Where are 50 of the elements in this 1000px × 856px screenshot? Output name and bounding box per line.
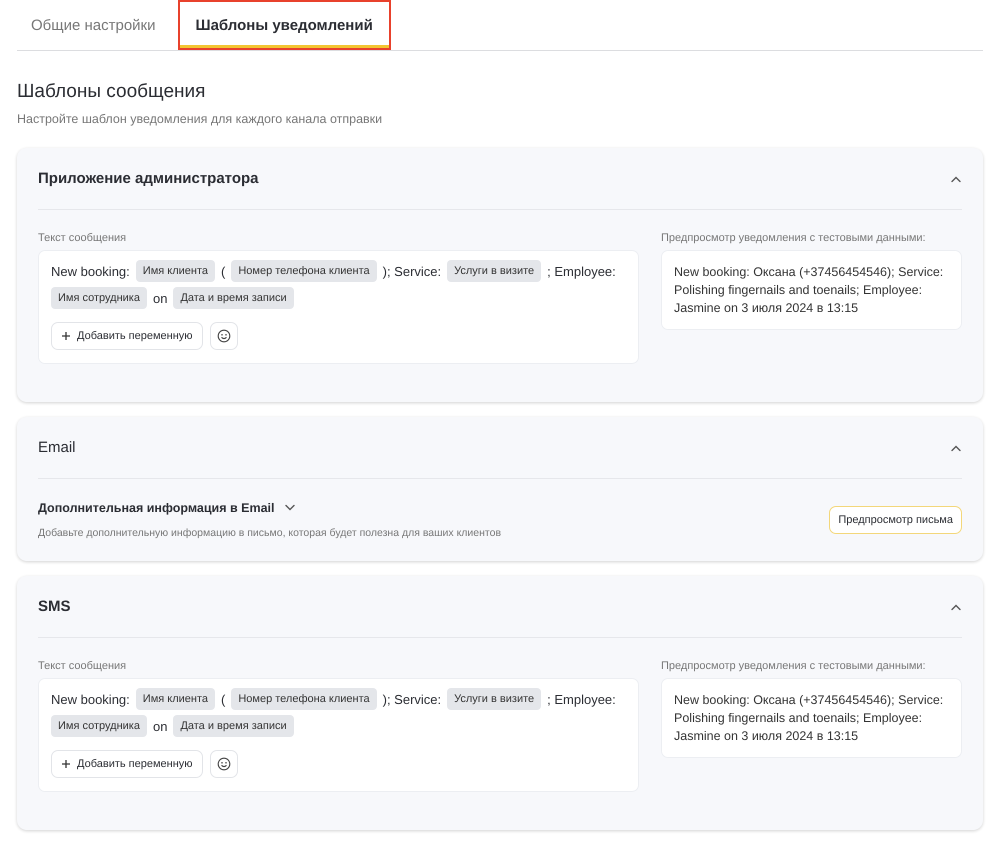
variable-chip[interactable]: Номер телефона клиента bbox=[231, 260, 377, 282]
add-variable-button[interactable]: Добавить переменную bbox=[51, 750, 203, 778]
info-description: Добавьте дополнительную информацию в письмо, которая будет полезна для ваших клиентов bbox=[38, 527, 502, 539]
field-label: Текст сообщения bbox=[38, 232, 128, 244]
template-text: New booking: bbox=[51, 692, 130, 706]
smiley-icon bbox=[216, 757, 231, 771]
section-title: Email bbox=[38, 439, 76, 456]
message-editor[interactable]: New booking: Имя клиента ( Номер телефона клиента ); Service: Услуги в визите ; Employee: Имя сотрудника on Дата и время записи Добавить переменную bbox=[38, 250, 639, 364]
template-text: ); Service: bbox=[382, 264, 442, 278]
section-title: SMS bbox=[38, 598, 71, 615]
info-title: Дополнительная информация в Email bbox=[38, 501, 274, 515]
plus-icon bbox=[61, 331, 71, 341]
template-text: ; Employee: bbox=[547, 264, 616, 278]
template-text: New booking: bbox=[51, 264, 130, 278]
plus-icon bbox=[61, 759, 71, 769]
variable-chip[interactable]: Дата и время записи bbox=[173, 287, 294, 309]
emoji-button[interactable] bbox=[210, 750, 238, 778]
variable-chip[interactable]: Услуги в визите bbox=[447, 688, 542, 710]
preview-text: New booking: Оксана (+37456454546); Service: Polishing fingernails and toenails; Employee: Jasmine on 3 июля 2024 в 13:15 bbox=[661, 250, 962, 330]
email-preview-button[interactable]: Предпросмотр письма bbox=[829, 506, 962, 534]
template-text: ); Service: bbox=[382, 692, 442, 706]
chevron-up-icon[interactable] bbox=[950, 174, 962, 182]
variable-chip[interactable]: Имя сотрудника bbox=[51, 287, 147, 309]
page-heading: Шаблоны сообщения bbox=[17, 81, 206, 103]
template-text: on bbox=[152, 290, 168, 306]
settings-tab[interactable]: Шаблоны уведомлений bbox=[178, 0, 391, 50]
page-subtitle: Настройте шаблон уведомления для каждого канала отправки bbox=[17, 112, 384, 126]
template-text: ( bbox=[221, 692, 226, 706]
preview-label: Предпросмотр уведомления с тестовыми данными: bbox=[661, 232, 927, 244]
variable-chip[interactable]: Дата и время записи bbox=[173, 715, 294, 737]
variable-chip[interactable]: Номер телефона клиента bbox=[231, 688, 377, 710]
section-title: Приложение администратора bbox=[38, 170, 259, 187]
emoji-button[interactable] bbox=[210, 322, 238, 350]
preview-text: New booking: Оксана (+37456454546); Service: Polishing fingernails and toenails; Employee: Jasmine on 3 июля 2024 в 13:15 bbox=[661, 678, 962, 758]
message-editor[interactable]: New booking: Имя клиента ( Номер телефона клиента ); Service: Услуги в визите ; Employee: Имя сотрудника on Дата и время записи Добавить переменную bbox=[38, 678, 639, 792]
variable-chip[interactable]: Имя клиента bbox=[136, 260, 215, 282]
template-text: ( bbox=[221, 264, 226, 278]
variable-chip[interactable]: Услуги в визите bbox=[447, 260, 542, 282]
chevron-down-icon[interactable] bbox=[284, 504, 296, 512]
smiley-icon bbox=[216, 329, 231, 343]
chevron-up-icon[interactable] bbox=[950, 444, 962, 452]
chevron-up-icon[interactable] bbox=[950, 602, 962, 610]
template-text: on bbox=[152, 718, 168, 734]
template-text: ; Employee: bbox=[547, 692, 616, 706]
preview-label: Предпросмотр уведомления с тестовыми данными: bbox=[661, 660, 927, 672]
variable-chip[interactable]: Имя сотрудника bbox=[51, 715, 147, 737]
settings-tab[interactable]: Общие настройки bbox=[17, 0, 170, 50]
add-variable-button[interactable]: Добавить переменную bbox=[51, 322, 203, 350]
variable-chip[interactable]: Имя клиента bbox=[136, 688, 215, 710]
field-label: Текст сообщения bbox=[38, 660, 128, 672]
